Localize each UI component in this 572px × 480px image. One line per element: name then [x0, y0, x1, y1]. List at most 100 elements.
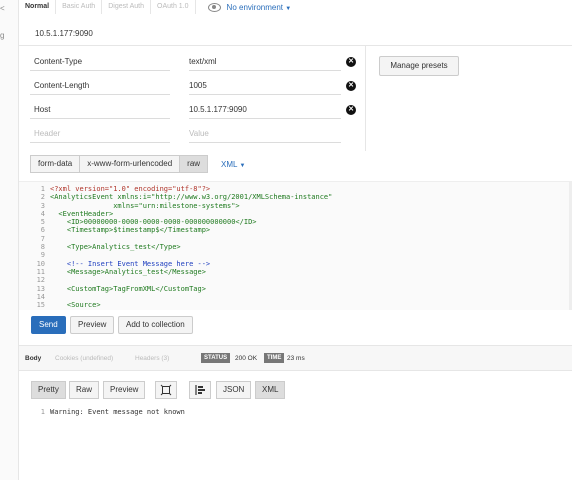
code-line: 9 — [19, 251, 569, 259]
code-text: <EventHeader> — [50, 209, 114, 218]
line-number: 5 — [40, 218, 45, 227]
header-key-field[interactable]: Content-Length — [34, 81, 89, 90]
code-text: <ID>00000000-0000-0000-0000-000000000000… — [50, 218, 257, 227]
line-number: 2 — [40, 193, 45, 202]
line-number: 13 — [36, 284, 45, 293]
header-row: Host 10.5.1.177:9090 ✕ — [30, 97, 367, 121]
preview-button[interactable]: Preview — [70, 316, 115, 334]
header-key-field[interactable]: Content-Type — [34, 57, 82, 66]
header-row: Content-Length 1005 ✕ — [30, 73, 367, 97]
field-underline — [189, 142, 341, 143]
line-number: 10 — [36, 259, 45, 268]
code-line: 3 xmlns="urn:milestone-systems"> — [19, 202, 569, 210]
header-value-field[interactable]: 10.5.1.177:9090 — [189, 105, 247, 114]
code-line: 2 <AnalyticsEvent xmlns:i="http://www.w3.… — [19, 193, 569, 201]
remove-header-icon[interactable]: ✕ — [346, 57, 356, 67]
expand-icon[interactable] — [155, 381, 177, 399]
divider — [19, 45, 572, 46]
line-number: 14 — [36, 292, 45, 301]
line-number: 15 — [36, 301, 45, 310]
tab-response-headers[interactable]: Headers (3) — [135, 355, 169, 362]
code-line: 10 <!-- Insert Event Message here --> — [19, 260, 569, 268]
header-key-placeholder[interactable]: Header — [34, 129, 60, 138]
wrap-lines-icon[interactable] — [189, 381, 211, 399]
eye-icon[interactable] — [207, 2, 221, 12]
tab-digest-auth[interactable]: Digest Auth — [102, 0, 152, 14]
sidebar-mark-2: g — [0, 31, 5, 40]
xml-format-button[interactable]: XML — [255, 381, 286, 399]
line-number: 9 — [40, 251, 45, 260]
code-line: 1 Warning: Event message not known — [19, 407, 572, 417]
tab-urlencoded[interactable]: x-www-form-urlencoded — [79, 155, 181, 173]
code-line: 13 <CustomTag>TagFromXML</CustomTag> — [19, 285, 569, 293]
code-line: 5 <ID>00000000-0000-0000-0000-0000000000… — [19, 218, 569, 226]
code-text: <!-- Insert Event Message here --> — [50, 259, 211, 268]
json-format-button[interactable]: JSON — [216, 381, 252, 399]
body-format-dropdown[interactable]: XML ▼ — [221, 160, 245, 169]
tab-oauth[interactable]: OAuth 1.0 — [151, 0, 196, 14]
remove-header-icon[interactable]: ✕ — [346, 81, 356, 91]
url-field[interactable]: 10.5.1.177:9090 — [35, 29, 93, 38]
status-value: 200 OK — [235, 355, 258, 362]
line-number: 1 — [40, 185, 45, 193]
time-badge: TIME — [264, 353, 285, 363]
preview-view-button[interactable]: Preview — [103, 381, 146, 399]
code-text: <CustomTag>TagFromXML</CustomTag> — [50, 284, 206, 293]
body-type-tabs: form-data x-www-form-urlencoded raw XML … — [30, 155, 245, 173]
divider — [365, 46, 366, 151]
code-line: 12 — [19, 276, 569, 284]
header-row-new: Header Value — [30, 121, 367, 145]
code-text: <Timestamp>$timestamp$</Timestamp> — [50, 226, 211, 235]
environment-label: No environment — [226, 2, 284, 12]
line-number: 7 — [40, 234, 45, 243]
tab-response-cookies[interactable]: Cookies (undefined) — [55, 355, 113, 362]
code-line: 15 <Source> — [19, 301, 569, 309]
response-text: Warning: Event message not known — [50, 408, 185, 416]
code-line: 4 <EventHeader> — [19, 210, 569, 218]
line-number: 4 — [40, 209, 45, 218]
time-value: 23 ms — [287, 355, 305, 362]
header-value-field[interactable]: text/xml — [189, 57, 217, 66]
environment-dropdown[interactable]: No environment ▼ — [227, 3, 292, 12]
left-sidebar-strip: < g — [0, 0, 19, 480]
field-underline — [30, 70, 170, 71]
code-text: <Source> — [50, 301, 101, 310]
status-badge: STATUS — [201, 353, 231, 363]
code-line: 1 <?xml version="1.0" encoding="utf-8"?> — [19, 185, 569, 193]
code-line: 6 <Timestamp>$timestamp$</Timestamp> — [19, 226, 569, 234]
tab-response-body[interactable]: Body — [25, 355, 41, 362]
tab-basic-auth[interactable]: Basic Auth — [56, 0, 103, 14]
field-underline — [30, 142, 170, 143]
code-line: 11 <Message>Analytics_test</Message> — [19, 268, 569, 276]
field-underline — [189, 94, 341, 95]
remove-header-icon[interactable]: ✕ — [346, 105, 356, 115]
line-number: 6 — [40, 226, 45, 235]
tab-raw[interactable]: raw — [179, 155, 209, 173]
code-text: xmlns="urn:milestone-systems"> — [50, 201, 240, 210]
manage-presets-button[interactable]: Manage presets — [379, 56, 459, 76]
pretty-view-button[interactable]: Pretty — [31, 381, 66, 399]
code-line: 8 <Type>Analytics_test</Type> — [19, 243, 569, 251]
header-value-field[interactable]: 1005 — [189, 81, 207, 90]
header-key-field[interactable]: Host — [34, 105, 50, 114]
raw-body-editor[interactable]: 1 <?xml version="1.0" encoding="utf-8"?> … — [19, 181, 572, 310]
response-body: 1 Warning: Event message not known — [19, 407, 572, 417]
code-text: <AnalyticsEvent xmlns:i="http://www.w3.o… — [50, 193, 333, 202]
response-header-bar: Body Cookies (undefined) Headers (3) STA… — [19, 346, 572, 371]
send-button[interactable]: Send — [31, 316, 66, 334]
line-number: 11 — [36, 267, 45, 276]
field-underline — [30, 94, 170, 95]
line-number: 12 — [36, 276, 45, 285]
raw-view-button[interactable]: Raw — [69, 381, 100, 399]
add-to-collection-button[interactable]: Add to collection — [118, 316, 193, 334]
body-format-label: XML — [221, 159, 238, 169]
code-line: 14 — [19, 293, 569, 301]
tab-form-data[interactable]: form-data — [30, 155, 81, 173]
field-underline — [189, 118, 341, 119]
header-row: Content-Type text/xml ✕ — [30, 49, 367, 73]
header-value-placeholder[interactable]: Value — [189, 129, 209, 138]
tab-normal[interactable]: Normal — [19, 0, 57, 14]
caret-down-icon: ▼ — [239, 162, 246, 169]
code-line: 7 — [19, 235, 569, 243]
request-builder: Normal Basic Auth Digest Auth OAuth 1.0 … — [19, 0, 572, 480]
